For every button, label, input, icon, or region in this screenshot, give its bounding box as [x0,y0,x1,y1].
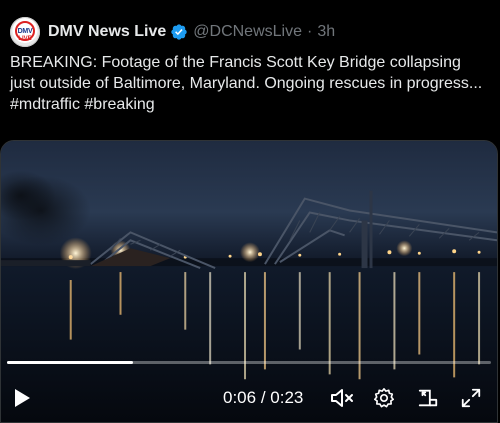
fullscreen-button[interactable] [457,385,485,411]
verified-badge-icon [171,24,187,40]
current-time: 0:06 [223,388,257,407]
time-separator: / [256,388,271,407]
video-frame [1,141,497,422]
author-name[interactable]: DMV News Live [48,23,166,41]
post-timestamp[interactable]: 3h [317,23,335,41]
progress-bar[interactable] [7,361,491,364]
play-icon [15,389,30,407]
separator-dot: · [306,23,313,40]
fullscreen-icon [461,388,481,408]
video-timecode: 0:06 / 0:23 [223,388,303,408]
duration: 0:23 [270,388,304,407]
volume-muted-icon [331,389,353,407]
video-player[interactable]: 0:06 / 0:23 [0,140,498,423]
tweet-card: DMV LIVE DMV News Live @DCNewsLive · 3h … [0,0,500,423]
avatar-logo-subtext: LIVE [18,36,32,42]
picture-in-picture-button[interactable] [415,385,441,411]
progress-fill [7,361,133,364]
hashtag-breaking[interactable]: #breaking [84,96,154,113]
settings-button[interactable] [371,385,397,411]
author-handle[interactable]: @DCNewsLive [193,23,302,41]
tweet-text: BREAKING: Footage of the Francis Scott K… [10,52,488,115]
tweet-header: DMV LIVE DMV News Live @DCNewsLive · 3h [10,14,335,50]
play-button[interactable] [9,385,35,411]
avatar-logo-text: DMV [17,28,33,35]
avatar[interactable]: DMV LIVE [10,17,40,47]
gear-icon [374,388,394,408]
hashtag-mdtraffic[interactable]: #mdtraffic [10,96,80,113]
picture-in-picture-icon [418,389,438,407]
mute-button[interactable] [327,385,357,411]
video-controls: 0:06 / 0:23 [1,385,497,411]
tweet-body: BREAKING: Footage of the Francis Scott K… [10,54,483,92]
